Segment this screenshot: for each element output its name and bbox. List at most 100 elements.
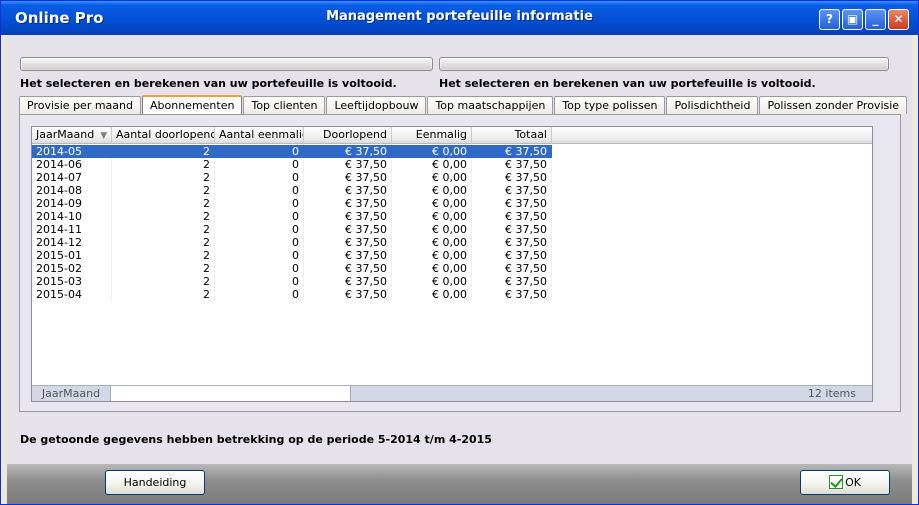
table-cell: 2014-07 <box>32 171 112 184</box>
row-filler <box>552 197 872 210</box>
column-header-aantal-eenmalig[interactable]: Aantal eenmalig <box>215 127 304 144</box>
progress-bar-left <box>20 57 433 71</box>
table-row[interactable]: 2014-06 2 0 € 37,50 € 0,00 € 37,50 <box>32 158 872 171</box>
table-cell: 0 <box>215 275 304 288</box>
column-header-aantal-doorlopend[interactable]: Aantal doorlopend <box>112 127 215 144</box>
table-cell: € 0,00 <box>392 171 472 184</box>
status-text-left: Het selecteren en berekenen van uw porte… <box>20 77 397 90</box>
row-filler <box>552 249 872 262</box>
table-cell: € 37,50 <box>304 171 392 184</box>
table-cell: 2015-02 <box>32 262 112 275</box>
table-row[interactable]: 2015-04 2 0 € 37,50 € 0,00 € 37,50 <box>32 288 872 301</box>
table-row[interactable]: 2014-12 2 0 € 37,50 € 0,00 € 37,50 <box>32 236 872 249</box>
grid-footer: JaarMaand 12 items <box>32 385 872 401</box>
table-cell: € 37,50 <box>304 262 392 275</box>
table-cell: 0 <box>215 249 304 262</box>
help-button[interactable]: ? <box>819 9 840 30</box>
row-filler <box>552 171 872 184</box>
ok-button[interactable]: OK <box>800 470 890 495</box>
table-cell: € 37,50 <box>472 262 552 275</box>
table-cell: € 37,50 <box>304 210 392 223</box>
table-row[interactable]: 2015-03 2 0 € 37,50 € 0,00 € 37,50 <box>32 275 872 288</box>
data-grid[interactable]: JaarMaand ▼ Aantal doorlopend Aantal eenmal… <box>31 126 873 402</box>
table-row[interactable]: 2015-01 2 0 € 37,50 € 0,00 € 37,50 <box>32 249 872 262</box>
table-cell: 2015-04 <box>32 288 112 301</box>
tab-top-clienten[interactable]: Top clienten <box>243 96 326 114</box>
table-cell: € 0,00 <box>392 197 472 210</box>
table-cell: € 37,50 <box>304 145 392 158</box>
app-window: Online Pro Management portefeuille infor… <box>0 0 919 505</box>
table-cell: € 37,50 <box>472 158 552 171</box>
client-area: Het selecteren en berekenen van uw porte… <box>7 35 912 464</box>
table-row[interactable]: 2014-10 2 0 € 37,50 € 0,00 € 37,50 <box>32 210 872 223</box>
table-cell: € 0,00 <box>392 210 472 223</box>
ok-button-label: OK <box>845 476 861 489</box>
table-cell: € 37,50 <box>304 184 392 197</box>
table-cell: 0 <box>215 262 304 275</box>
help-icon: ? <box>826 12 833 26</box>
minimize-button[interactable]: _ <box>865 9 886 30</box>
tab-polisdichtheid[interactable]: Polisdichtheid <box>666 96 759 114</box>
grid-rows: 2014-05 2 0 € 37,50 € 0,00 € 37,50 2014-06 2 0 € … <box>32 145 872 301</box>
tab-provisie-per-maand[interactable]: Provisie per maand <box>19 96 141 114</box>
table-cell: € 0,00 <box>392 249 472 262</box>
tab-abonnementen[interactable]: Abonnementen <box>142 95 243 115</box>
table-cell: € 0,00 <box>392 184 472 197</box>
table-cell: 0 <box>215 158 304 171</box>
table-cell: € 37,50 <box>472 171 552 184</box>
table-cell: € 0,00 <box>392 262 472 275</box>
table-cell: 2 <box>112 275 215 288</box>
table-row[interactable]: 2014-11 2 0 € 37,50 € 0,00 € 37,50 <box>32 223 872 236</box>
close-icon: ✕ <box>893 12 904 26</box>
progress-bar-right <box>439 57 889 71</box>
table-cell: 2 <box>112 197 215 210</box>
tab-top-maatschappijen[interactable]: Top maatschappijen <box>427 96 554 114</box>
table-cell: 2 <box>112 184 215 197</box>
table-cell: € 37,50 <box>304 197 392 210</box>
row-filler <box>552 275 872 288</box>
close-button[interactable]: ✕ <box>888 9 909 30</box>
row-filler <box>552 262 872 275</box>
table-cell: € 37,50 <box>472 210 552 223</box>
column-header-eenmalig[interactable]: Eenmalig <box>392 127 472 144</box>
button-bar: Handeiding OK <box>7 464 912 504</box>
table-cell: € 37,50 <box>304 275 392 288</box>
restore-button[interactable]: ▣ <box>842 9 863 30</box>
table-cell: 2014-10 <box>32 210 112 223</box>
table-row[interactable]: 2014-05 2 0 € 37,50 € 0,00 € 37,50 <box>32 145 872 158</box>
row-filler <box>552 236 872 249</box>
table-cell: 2 <box>112 262 215 275</box>
row-filler <box>552 145 872 158</box>
column-header-label: Totaal <box>514 128 547 141</box>
footer-column-label: JaarMaand <box>32 386 111 401</box>
table-cell: 0 <box>215 171 304 184</box>
manual-button[interactable]: Handeiding <box>105 470 205 495</box>
column-header-jaarmaand[interactable]: JaarMaand ▼ <box>32 127 112 144</box>
status-text-right: Het selecteren en berekenen van uw porte… <box>439 77 816 90</box>
table-row[interactable]: 2014-08 2 0 € 37,50 € 0,00 € 37,50 <box>32 184 872 197</box>
footer-filter-input[interactable] <box>111 386 351 401</box>
column-header-label: Aantal doorlopend <box>116 128 215 141</box>
progress-fill-right <box>441 59 887 69</box>
tab-leeftijdopbouw[interactable]: Leeftijdopbouw <box>326 96 427 114</box>
table-cell: 2014-12 <box>32 236 112 249</box>
table-row[interactable]: 2014-09 2 0 € 37,50 € 0,00 € 37,50 <box>32 197 872 210</box>
table-cell: € 37,50 <box>472 223 552 236</box>
row-filler <box>552 288 872 301</box>
table-cell: € 0,00 <box>392 236 472 249</box>
title-bar[interactable]: Online Pro Management portefeuille infor… <box>1 1 918 35</box>
tab-strip: Provisie per maand Abonnementen Top client… <box>19 95 908 115</box>
row-filler <box>552 210 872 223</box>
row-filler <box>552 158 872 171</box>
table-cell: 0 <box>215 197 304 210</box>
table-cell: € 37,50 <box>472 249 552 262</box>
check-icon <box>829 475 844 489</box>
table-cell: 0 <box>215 236 304 249</box>
table-row[interactable]: 2015-02 2 0 € 37,50 € 0,00 € 37,50 <box>32 262 872 275</box>
tab-polissen-zonder-provisie[interactable]: Polissen zonder Provisie <box>759 96 908 114</box>
column-header-totaal[interactable]: Totaal <box>472 127 552 144</box>
column-header-doorlopend[interactable]: Doorlopend <box>304 127 392 144</box>
tab-top-type-polissen[interactable]: Top type polissen <box>554 96 666 114</box>
table-row[interactable]: 2014-07 2 0 € 37,50 € 0,00 € 37,50 <box>32 171 872 184</box>
table-cell: 2014-08 <box>32 184 112 197</box>
